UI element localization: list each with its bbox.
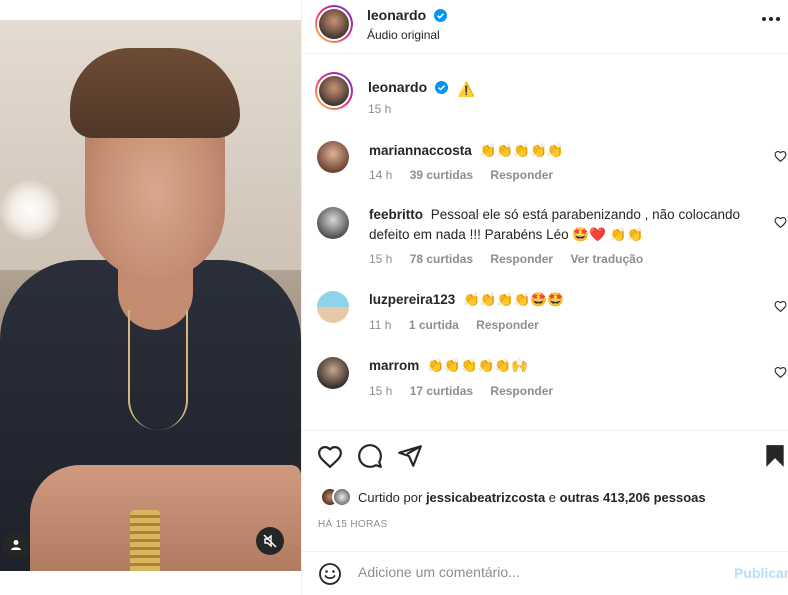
comment-likes[interactable]: 1 curtida: [409, 318, 459, 332]
likes-conjunction: e: [548, 489, 557, 505]
like-comment-icon[interactable]: [774, 150, 787, 162]
liker-avatar[interactable]: [332, 487, 352, 507]
comment-likes[interactable]: 78 curtidas: [410, 252, 473, 266]
audio-link[interactable]: Áudio original: [367, 28, 440, 42]
comment-bubble-icon[interactable]: [357, 443, 383, 469]
likes-text: Curtido por jessicabeatrizcosta e outras…: [358, 490, 706, 505]
like-comment-icon[interactable]: [774, 366, 787, 378]
comment-input[interactable]: [358, 564, 718, 580]
mute-button[interactable]: [256, 527, 284, 555]
author-username[interactable]: leonardo: [367, 7, 448, 23]
comment-meta: 11 h 1 curtida Responder: [369, 318, 553, 332]
likes-summary: Curtido por jessicabeatrizcosta e outras…: [320, 487, 706, 507]
reply-button[interactable]: Responder: [476, 318, 539, 332]
like-comment-icon[interactable]: [774, 216, 787, 228]
posted-time[interactable]: HÁ 15 HORAS: [318, 519, 387, 530]
comment-text: Pessoal ele só está parabenizando , não …: [369, 207, 740, 242]
comment-time[interactable]: 15 h: [369, 384, 392, 398]
instagram-post-view: leonardo Áudio original leonardo ⚠️ 15 h…: [0, 0, 788, 595]
comment-text: 👏👏👏👏👏: [479, 143, 564, 158]
share-send-icon[interactable]: [397, 443, 423, 469]
comment-time[interactable]: 15 h: [369, 252, 392, 266]
comment-body: feebritto Pessoal ele só está parabeniza…: [369, 205, 749, 245]
post-details-panel: leonardo Áudio original leonardo ⚠️ 15 h…: [301, 0, 788, 595]
caption-author-link[interactable]: leonardo: [368, 79, 427, 95]
comment-likes[interactable]: 39 curtidas: [410, 168, 473, 182]
comment-meta: 14 h 39 curtidas Responder: [369, 168, 567, 182]
like-comment-icon[interactable]: [774, 300, 787, 312]
post-video[interactable]: [0, 20, 301, 571]
comment-meta: 15 h 78 curtidas Responder Ver tradução: [369, 252, 657, 266]
comment-text: 👏👏👏👏👏🙌: [427, 358, 528, 373]
comment-likes[interactable]: 17 curtidas: [410, 384, 473, 398]
add-comment-bar: Publicar: [302, 551, 788, 595]
others-likes-link[interactable]: outras 413,206 pessoas: [560, 490, 706, 505]
emoji-icon[interactable]: [318, 562, 342, 586]
comment-body: marrom 👏👏👏👏👏🙌: [369, 356, 749, 376]
comment-username[interactable]: mariannaccosta: [369, 143, 472, 158]
like-heart-icon[interactable]: [317, 443, 343, 469]
comment-body: luzpereira123 👏👏👏👏🤩🤩: [369, 290, 749, 310]
media-panel: [0, 0, 301, 595]
comment-text: 👏👏👏👏🤩🤩: [463, 292, 564, 307]
reply-button[interactable]: Responder: [490, 168, 553, 182]
comment-time[interactable]: 14 h: [369, 168, 392, 182]
reply-button[interactable]: Responder: [490, 384, 553, 398]
comment-time[interactable]: 11 h: [369, 318, 391, 332]
comment-username[interactable]: luzpereira123: [369, 292, 455, 307]
caption-timestamp[interactable]: 15 h: [368, 102, 391, 116]
post-actions: Curtido por jessicabeatrizcosta e outras…: [302, 430, 788, 550]
likes-prefix: Curtido por: [358, 489, 423, 505]
author-avatar[interactable]: [315, 5, 353, 43]
author-name-link[interactable]: leonardo: [367, 7, 426, 23]
verified-badge-icon: [435, 81, 449, 94]
more-options-icon[interactable]: [762, 17, 780, 21]
verified-badge-icon: [434, 9, 448, 22]
translate-button[interactable]: Ver tradução: [570, 252, 643, 266]
comment-avatar[interactable]: [317, 291, 349, 323]
user-icon: [11, 540, 21, 550]
comment-username[interactable]: feebritto: [369, 207, 423, 222]
comments-list[interactable]: leonardo ⚠️ 15 h mariannaccosta 👏👏👏👏👏 14…: [302, 55, 788, 427]
reply-button[interactable]: Responder: [490, 252, 553, 266]
caption-text: ⚠️: [457, 81, 476, 97]
speaker-muted-icon: [263, 534, 277, 548]
comment-body: mariannaccosta 👏👏👏👏👏: [369, 141, 749, 161]
save-bookmark-icon[interactable]: [762, 443, 788, 469]
caption-avatar[interactable]: [315, 72, 353, 110]
comment-meta: 15 h 17 curtidas Responder: [369, 384, 567, 398]
liker-username[interactable]: jessicabeatrizcosta: [426, 490, 545, 505]
comment-username[interactable]: marrom: [369, 358, 419, 373]
publish-button[interactable]: Publicar: [734, 565, 788, 581]
comment-avatar[interactable]: [317, 357, 349, 389]
tagged-users-button[interactable]: [2, 531, 30, 559]
caption-username: leonardo ⚠️: [368, 79, 475, 98]
post-header: leonardo Áudio original: [302, 0, 788, 54]
comment-avatar[interactable]: [317, 141, 349, 173]
comment-avatar[interactable]: [317, 207, 349, 239]
